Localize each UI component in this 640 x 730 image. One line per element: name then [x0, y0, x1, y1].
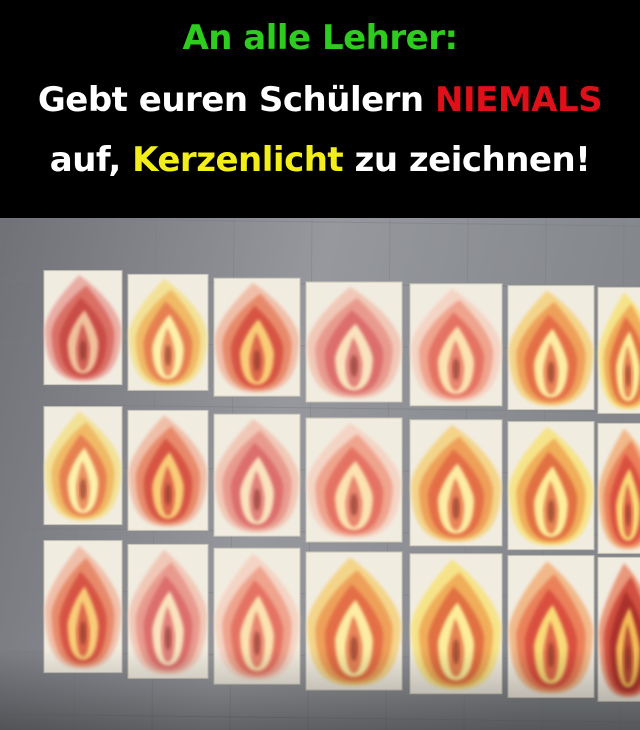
painting-sheet: [43, 270, 123, 386]
caption-line-3-emphasis: Kerzenlicht: [132, 140, 344, 180]
painting-sheet: [43, 406, 123, 526]
flame-core: [547, 361, 555, 384]
painting-sheet: [305, 281, 403, 403]
caption-line-3-part-1: auf,: [49, 140, 133, 180]
caption-line-2-emphasis: NIEMALS: [434, 80, 603, 120]
painting-sheet: [597, 422, 640, 554]
flame-core: [452, 358, 460, 381]
photo-wall-illustration: [0, 218, 640, 730]
caption-line-2: Gebt euren Schülern NIEMALS: [0, 80, 640, 120]
meme-image: An alle Lehrer: Gebt euren Schülern NIEM…: [0, 0, 640, 730]
painting-sheet: [409, 419, 503, 547]
painting-grid: [43, 270, 640, 702]
caption-block: An alle Lehrer: Gebt euren Schülern NIEM…: [0, 0, 640, 218]
flame-core: [625, 364, 631, 387]
caption-line-1: An alle Lehrer:: [0, 18, 640, 58]
painting-sheet: [507, 421, 595, 551]
flame-core: [547, 499, 555, 523]
flame-core: [79, 478, 87, 500]
flame-core: [350, 355, 358, 377]
painting-sheet: [213, 413, 301, 537]
painting-sheet: [127, 409, 209, 531]
caption-line-3: auf, Kerzenlicht zu zeichnen!: [0, 140, 640, 180]
flame-core: [253, 488, 261, 511]
flame-core: [164, 483, 172, 506]
flame-core: [452, 496, 460, 520]
flame-core: [253, 350, 261, 372]
photo-wall: [0, 218, 640, 730]
flame-core: [164, 626, 172, 651]
caption-line-3-part-3: zu zeichnen!: [343, 140, 591, 180]
painting-sheet: [127, 273, 209, 391]
caption-line-1-text: An alle Lehrer:: [182, 18, 458, 58]
painting-sheet: [507, 285, 595, 411]
flame-core: [79, 621, 87, 645]
flame-core: [164, 345, 172, 367]
flame-core: [625, 502, 631, 527]
painting-sheet: [597, 286, 640, 414]
flame-core: [79, 340, 87, 361]
lower-shadow: [0, 648, 640, 730]
painting-sheet: [305, 417, 403, 543]
flame-core: [350, 493, 358, 516]
caption-line-2-part-1: Gebt euren Schülern: [37, 80, 435, 120]
painting-sheet: [409, 283, 503, 407]
painting-sheet: [213, 277, 301, 397]
